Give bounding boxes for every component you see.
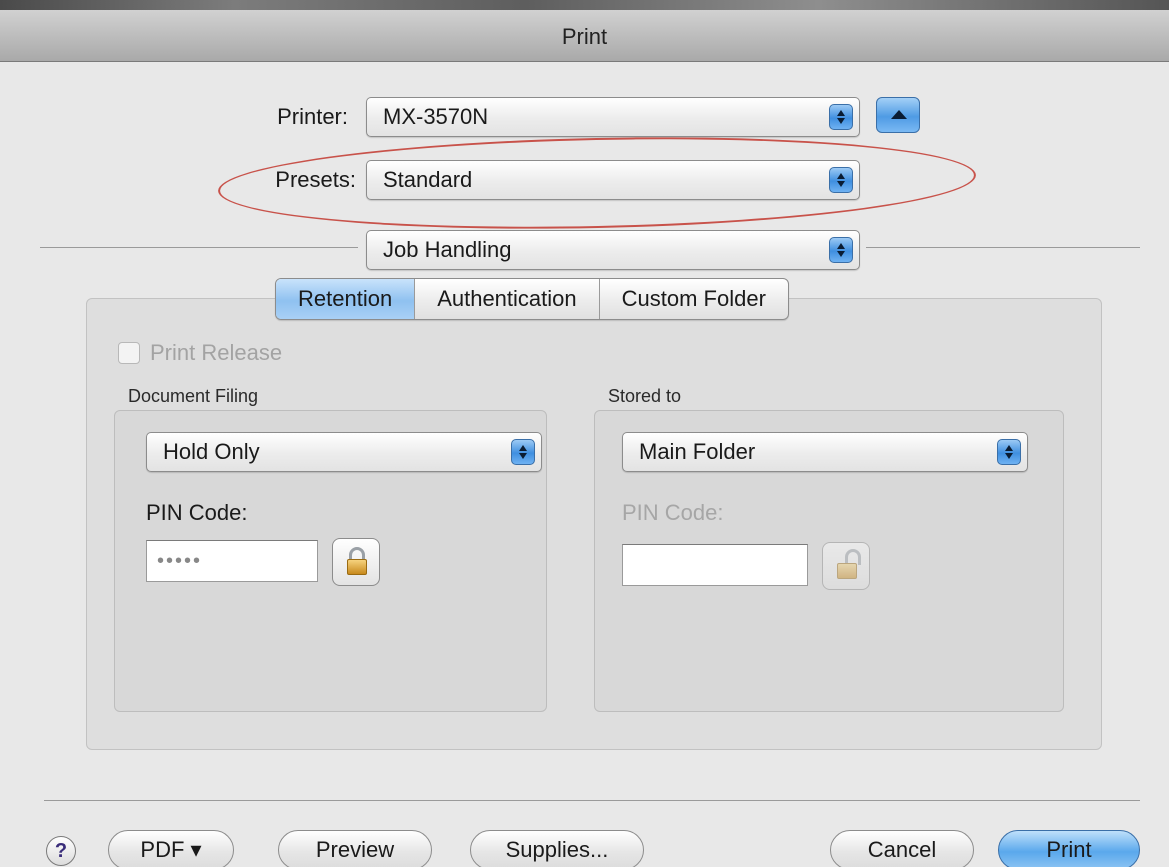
tab-retention[interactable]: Retention — [276, 279, 416, 319]
presets-popup[interactable]: Standard — [366, 160, 860, 200]
help-button[interactable]: ? — [46, 836, 76, 866]
title-bar: Print — [0, 0, 1169, 62]
separator-line — [866, 247, 1140, 248]
presets-value: Standard — [383, 167, 473, 192]
collapse-details-button[interactable] — [876, 97, 920, 133]
printer-value: MX-3570N — [383, 104, 489, 129]
panel-value: Job Handling — [383, 237, 512, 262]
stored-to-value: Main Folder — [639, 439, 756, 464]
lock-button[interactable] — [332, 538, 380, 586]
background-strip — [0, 0, 1169, 10]
stored-to-popup[interactable]: Main Folder — [622, 432, 1028, 472]
printer-popup[interactable]: MX-3570N — [366, 97, 860, 137]
window-title: Print — [561, 24, 608, 49]
popup-arrows-icon — [829, 237, 853, 263]
document-filing-value: Hold Only — [163, 439, 260, 464]
tab-bar: Retention Authentication Custom Folder — [275, 278, 789, 320]
pdf-menu-button[interactable]: PDF ▾ — [108, 830, 234, 867]
presets-label: Presets: — [275, 167, 356, 192]
tab-authentication[interactable]: Authentication — [415, 279, 600, 319]
cancel-button[interactable]: Cancel — [830, 830, 974, 867]
print-release-checkbox[interactable] — [118, 342, 140, 364]
popup-arrows-icon — [829, 104, 853, 130]
tab-custom-folder[interactable]: Custom Folder — [600, 279, 788, 319]
unlock-button[interactable] — [822, 542, 870, 590]
print-release-label: Print Release — [150, 340, 283, 365]
popup-arrows-icon — [997, 439, 1021, 465]
stored-pin-code-label: PIN Code: — [622, 500, 724, 525]
popup-arrows-icon — [511, 439, 535, 465]
bottom-separator — [44, 800, 1140, 801]
popup-arrows-icon — [829, 167, 853, 193]
triangle-up-icon — [891, 110, 907, 119]
document-filing-label: Document Filing — [128, 386, 259, 406]
pin-code-label: PIN Code: — [146, 500, 248, 525]
pin-code-input[interactable]: ••••• — [146, 540, 318, 582]
panel-popup[interactable]: Job Handling — [366, 230, 860, 270]
document-filing-popup[interactable]: Hold Only — [146, 432, 542, 472]
separator-line — [40, 247, 358, 248]
print-button[interactable]: Print — [998, 830, 1140, 867]
stored-to-label: Stored to — [608, 386, 682, 406]
stored-pin-code-input[interactable] — [622, 544, 808, 586]
supplies-button[interactable]: Supplies... — [470, 830, 644, 867]
printer-label: Printer: — [277, 104, 348, 129]
preview-button[interactable]: Preview — [278, 830, 432, 867]
